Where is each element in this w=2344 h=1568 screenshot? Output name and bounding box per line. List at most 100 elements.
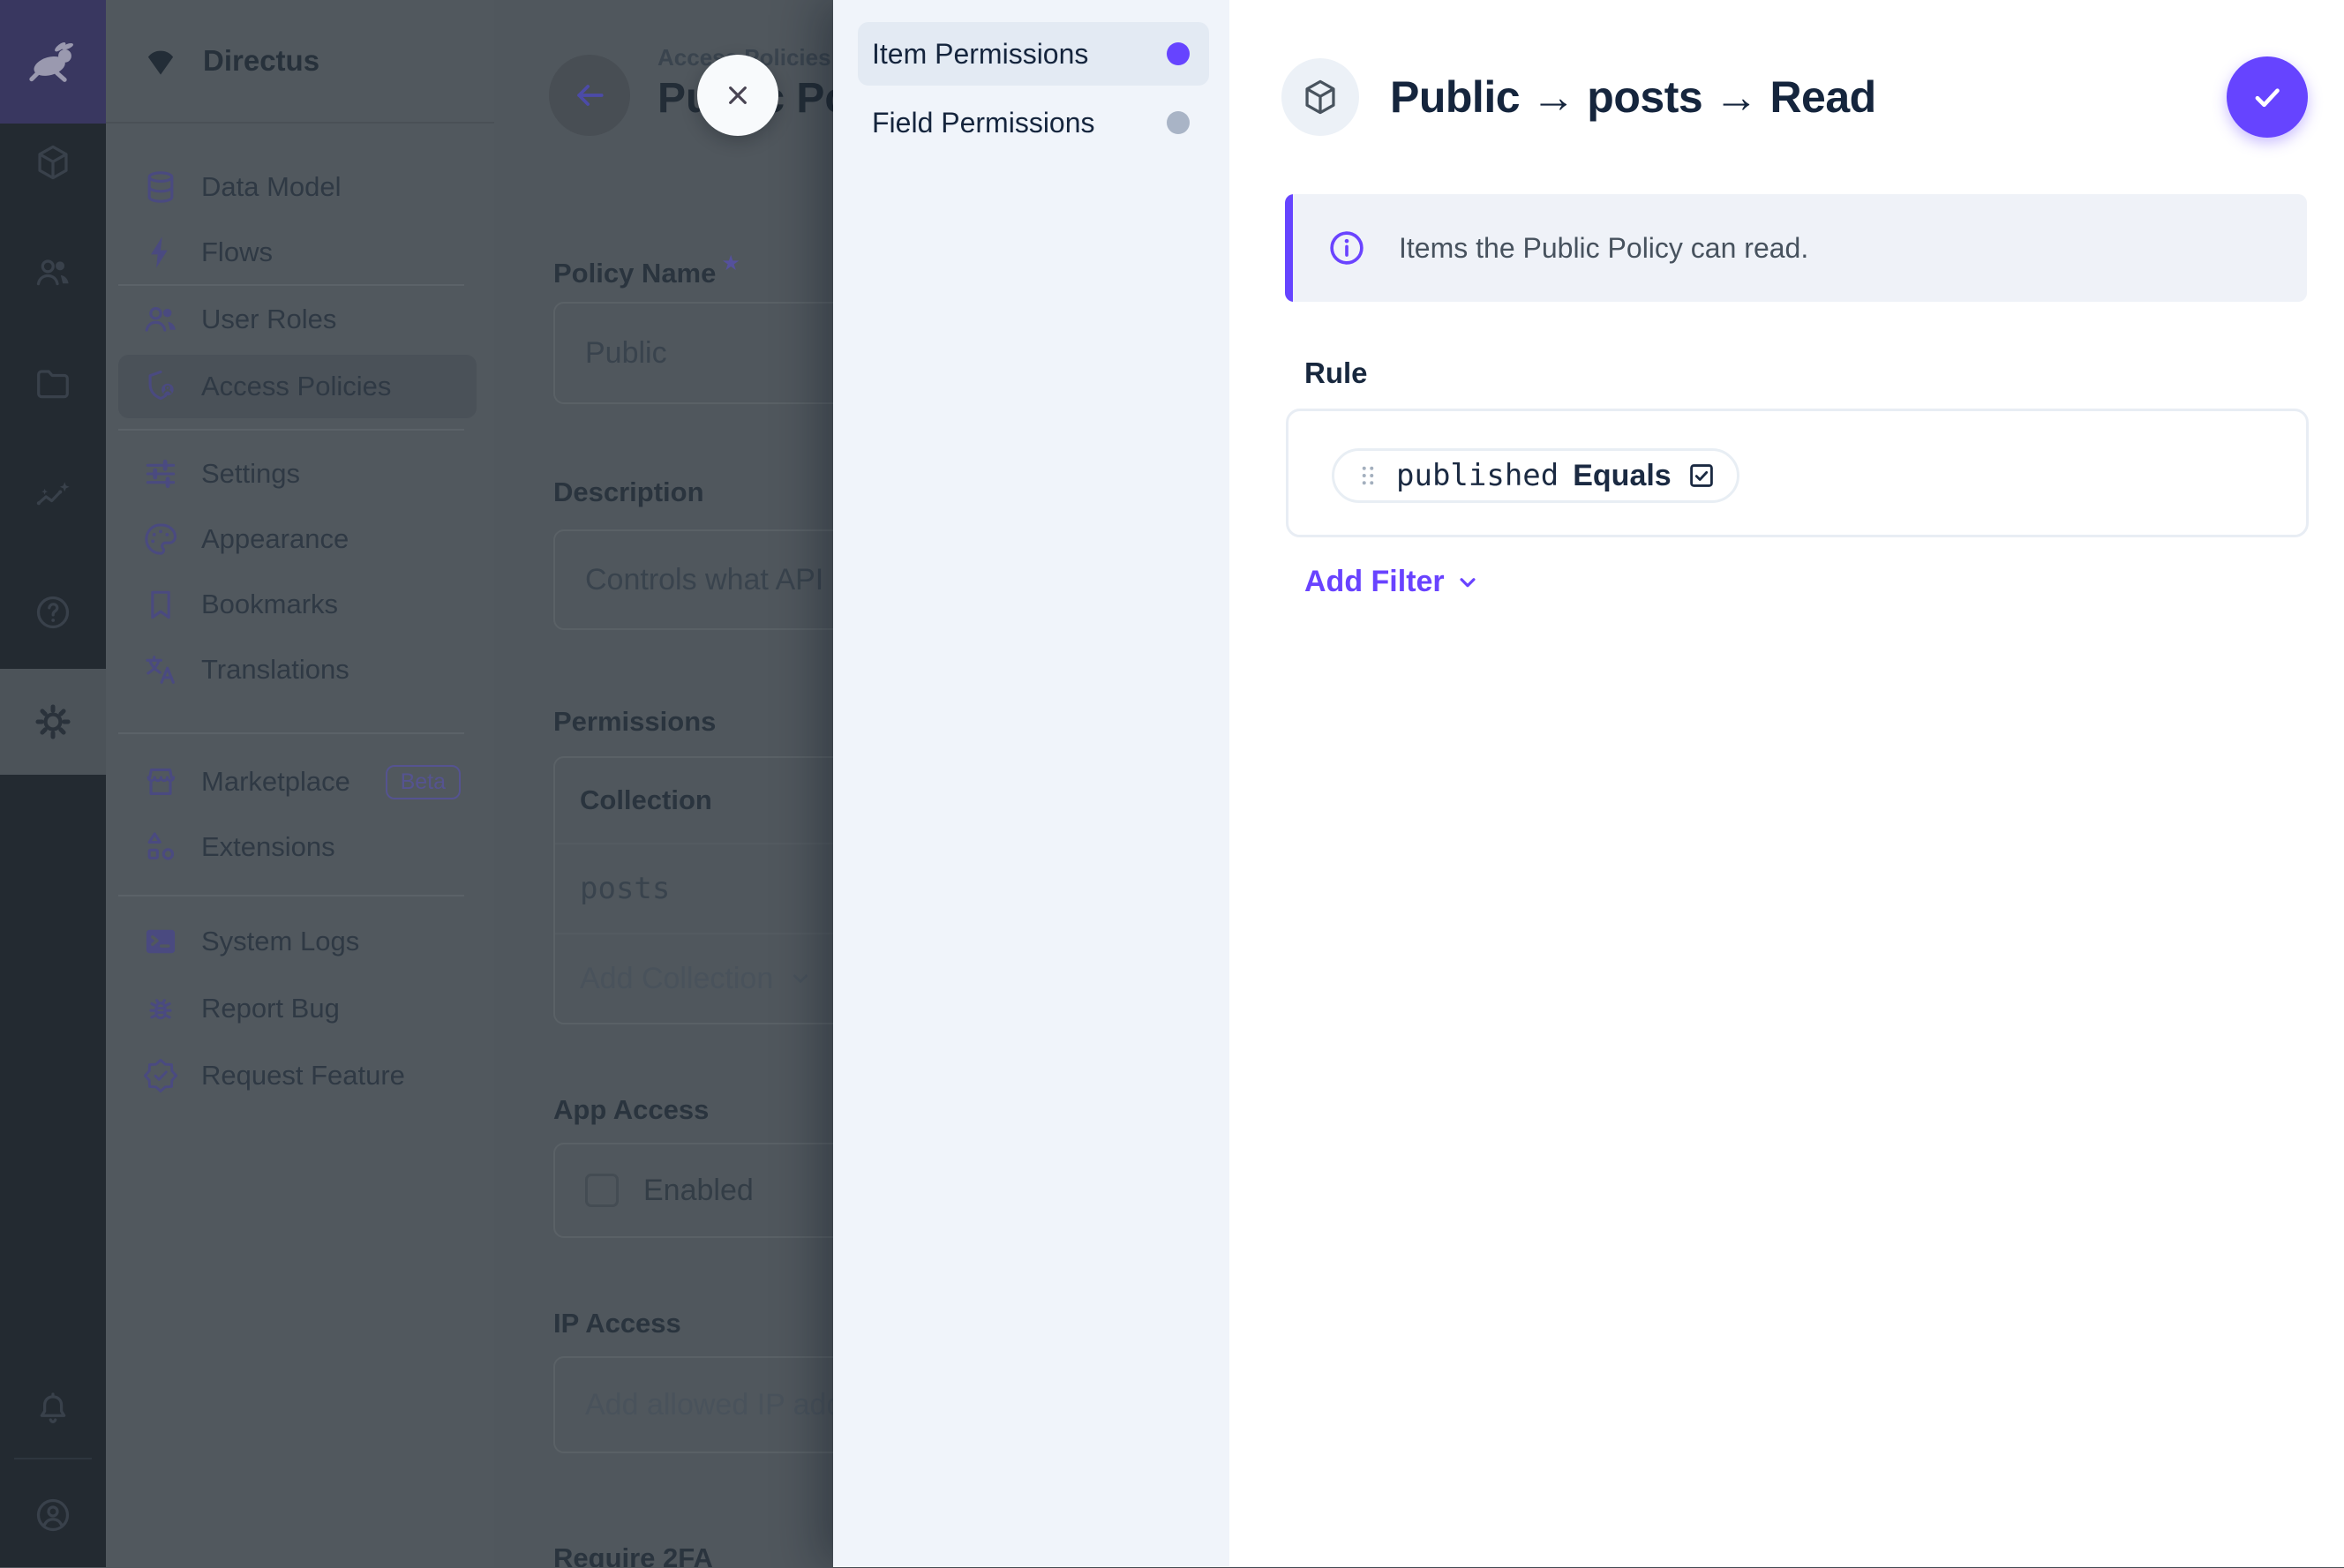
sidebar-item-extensions[interactable]: Extensions [118,815,477,879]
module-files[interactable] [0,332,106,438]
filter-operator[interactable]: Equals [1573,459,1671,493]
sidebar-item-label: Extensions [201,831,335,863]
item-permissions-status-dot [1167,42,1190,65]
sidebar-item-appearance[interactable]: Appearance [118,507,477,571]
tab-field-permissions[interactable]: Field Permissions [858,91,1209,154]
main-content: Access Policies Public Po Policy Name★ P… [494,0,833,1567]
sidebar-item-label: Report Bug [201,993,340,1024]
sidebar-item-user-roles[interactable]: User Roles [118,288,477,351]
sidebar-item-label: Data Model [201,171,342,203]
account-circle-icon [33,1495,73,1535]
sidebar-item-translations[interactable]: Translations [118,638,477,701]
rule-label: Rule [1304,356,1368,390]
add-filter-button[interactable]: Add Filter [1304,565,1482,599]
bolt-icon [141,233,180,272]
project-header[interactable]: Directus [106,0,494,124]
chevron-down-icon [787,965,814,992]
drawer-close-button[interactable] [697,55,778,136]
description-input[interactable]: Controls what API d [553,529,833,630]
beta-badge: Beta [386,765,461,799]
nav-sidebar: Directus Data Model Flows User Roles Acc… [106,0,494,1567]
database-icon [141,168,180,206]
sidebar-item-label: Translations [201,654,349,686]
help-icon [33,592,73,633]
module-bar [0,0,106,1567]
app-access-field: Enabled [553,1143,833,1238]
module-users[interactable] [0,220,106,326]
nav-divider [118,895,464,897]
people-icon [33,252,73,293]
save-button[interactable] [2227,56,2308,138]
info-icon [1326,228,1367,268]
module-content[interactable] [0,109,106,215]
rule-filter-area: published Equals [1286,409,2309,537]
bug-icon [141,989,180,1028]
close-icon [720,78,755,113]
folder-icon [33,364,73,405]
translate-icon [141,650,180,689]
project-name: Directus [203,44,319,78]
sidebar-item-label: Flows [201,236,273,268]
back-button[interactable] [549,55,630,136]
sidebar-item-settings[interactable]: Settings [118,442,477,506]
shield-user-icon [141,367,180,406]
ip-access-input[interactable]: Add allowed IP addr [553,1356,833,1453]
account-button[interactable] [0,1462,106,1568]
nav-divider [118,732,464,734]
box-icon [33,142,73,183]
box-icon [1300,77,1341,117]
table-row-posts[interactable]: posts [555,844,833,933]
drawer-sidebar: Item Permissions Field Permissions [833,0,1229,1567]
filter-field[interactable]: published [1396,458,1559,493]
directus-logo[interactable] [0,0,106,124]
filter-value-checkbox-icon[interactable] [1686,460,1717,491]
sidebar-item-data-model[interactable]: Data Model [118,155,477,219]
fan-icon [141,41,180,80]
description-label: Description [553,476,704,508]
settings-gear-icon [33,701,73,742]
filter-pill[interactable]: published Equals [1332,448,1739,503]
module-insights[interactable] [0,442,106,548]
require-2fa-label: Require 2FA [553,1542,713,1567]
sidebar-item-system-logs[interactable]: System Logs [118,910,477,973]
collection-column-header: Collection [555,758,833,843]
field-permissions-status-dot [1167,111,1190,134]
add-collection-button[interactable]: Add Collection [555,934,833,1023]
module-bar-divider [14,1458,92,1459]
notice-text: Items the Public Policy can read. [1399,232,1808,265]
storefront-icon [141,762,180,801]
required-star: ★ [721,251,740,275]
sidebar-item-marketplace[interactable]: Marketplace Beta [118,750,477,814]
drag-handle-icon[interactable] [1354,461,1382,490]
sidebar-item-label: Bookmarks [201,589,338,620]
module-help[interactable] [0,559,106,665]
policy-name-input[interactable]: Public [553,302,833,404]
sidebar-item-label: User Roles [201,304,336,335]
sidebar-item-access-policies[interactable]: Access Policies [118,355,477,418]
tab-label: Item Permissions [872,38,1088,71]
sidebar-item-label: Settings [201,458,300,490]
module-settings-active[interactable] [0,669,106,775]
drawer-title: Public → posts → Read [1390,58,1876,136]
sidebar-item-flows[interactable]: Flows [118,221,477,284]
notifications-bell-icon [33,1389,73,1429]
sidebar-item-report-bug[interactable]: Report Bug [118,977,477,1040]
sidebar-item-label: Marketplace [201,766,350,798]
sidebar-item-bookmarks[interactable]: Bookmarks [118,573,477,636]
sidebar-item-request-feature[interactable]: Request Feature [118,1044,477,1107]
sidebar-item-label: Appearance [201,523,349,555]
add-filter-label: Add Filter [1304,565,1445,599]
tab-item-permissions[interactable]: Item Permissions [858,22,1209,86]
enabled-checkbox[interactable] [585,1174,619,1207]
nav-divider [118,429,464,431]
info-notice: Items the Public Policy can read. [1285,194,2307,302]
tune-icon [141,454,180,493]
insights-icon [33,475,73,515]
permissions-drawer: Item Permissions Field Permissions Publi… [833,0,2344,1567]
user-roles-icon [141,300,180,339]
app-access-label: App Access [553,1094,709,1126]
notifications-button[interactable] [0,1356,106,1462]
tab-label: Field Permissions [872,107,1095,139]
terminal-icon [141,922,180,961]
arrow-left-icon [570,76,609,115]
